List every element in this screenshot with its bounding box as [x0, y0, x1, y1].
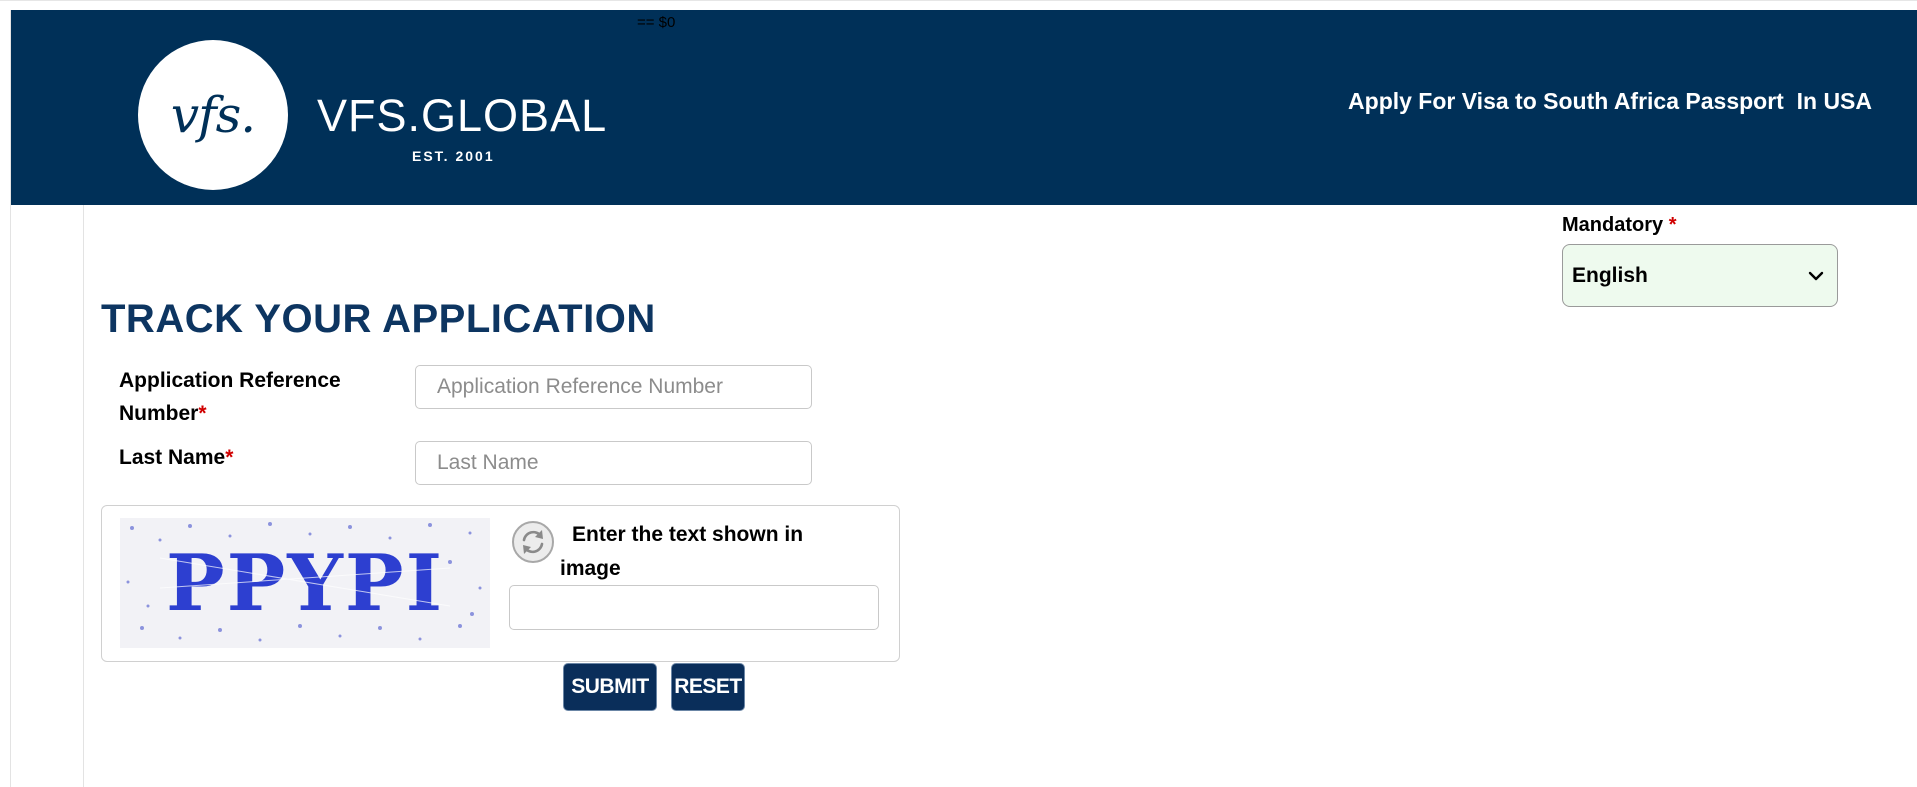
captcha-text: PPYPI [166, 538, 444, 629]
last-name-label: Last Name* [119, 441, 233, 474]
last-name-label-text: Last Name [119, 446, 226, 469]
required-asterisk: * [198, 402, 207, 425]
content-border [83, 205, 84, 787]
language-select[interactable]: English [1562, 244, 1838, 307]
vfs-logo[interactable]: vfs. [138, 40, 288, 190]
reset-button[interactable]: RESET [671, 663, 745, 711]
chevron-down-icon [1808, 271, 1824, 280]
header-title: Apply For Visa to South Africa Passport … [1348, 88, 1872, 114]
page-title: TRACK YOUR APPLICATION [101, 297, 656, 341]
refresh-icon[interactable] [511, 520, 555, 564]
language-label-text: Mandatory [1562, 214, 1664, 236]
language-selected-value: English [1572, 263, 1648, 287]
required-asterisk: * [225, 446, 234, 469]
reference-number-input[interactable] [415, 365, 812, 409]
logo-mark: vfs. [170, 86, 256, 144]
required-asterisk: * [1668, 214, 1677, 236]
captcha-input[interactable] [509, 585, 879, 630]
logo-established: EST. 2001 [412, 148, 495, 164]
captcha-image: PPYPI [120, 518, 490, 648]
language-label: Mandatory * [1562, 214, 1676, 237]
submit-button[interactable]: SUBMIT [563, 663, 657, 711]
devtools-marker: == $0 [637, 14, 676, 31]
reference-number-label: Application Reference Number* [119, 364, 341, 430]
last-name-input[interactable] [415, 441, 812, 485]
logo-wordmark: VFS.GLOBAL [317, 90, 608, 141]
captcha-label: Enter the text shown in image [560, 523, 804, 580]
reference-label-line2: Number [119, 402, 199, 425]
reference-label-line1: Application Reference [119, 369, 341, 392]
